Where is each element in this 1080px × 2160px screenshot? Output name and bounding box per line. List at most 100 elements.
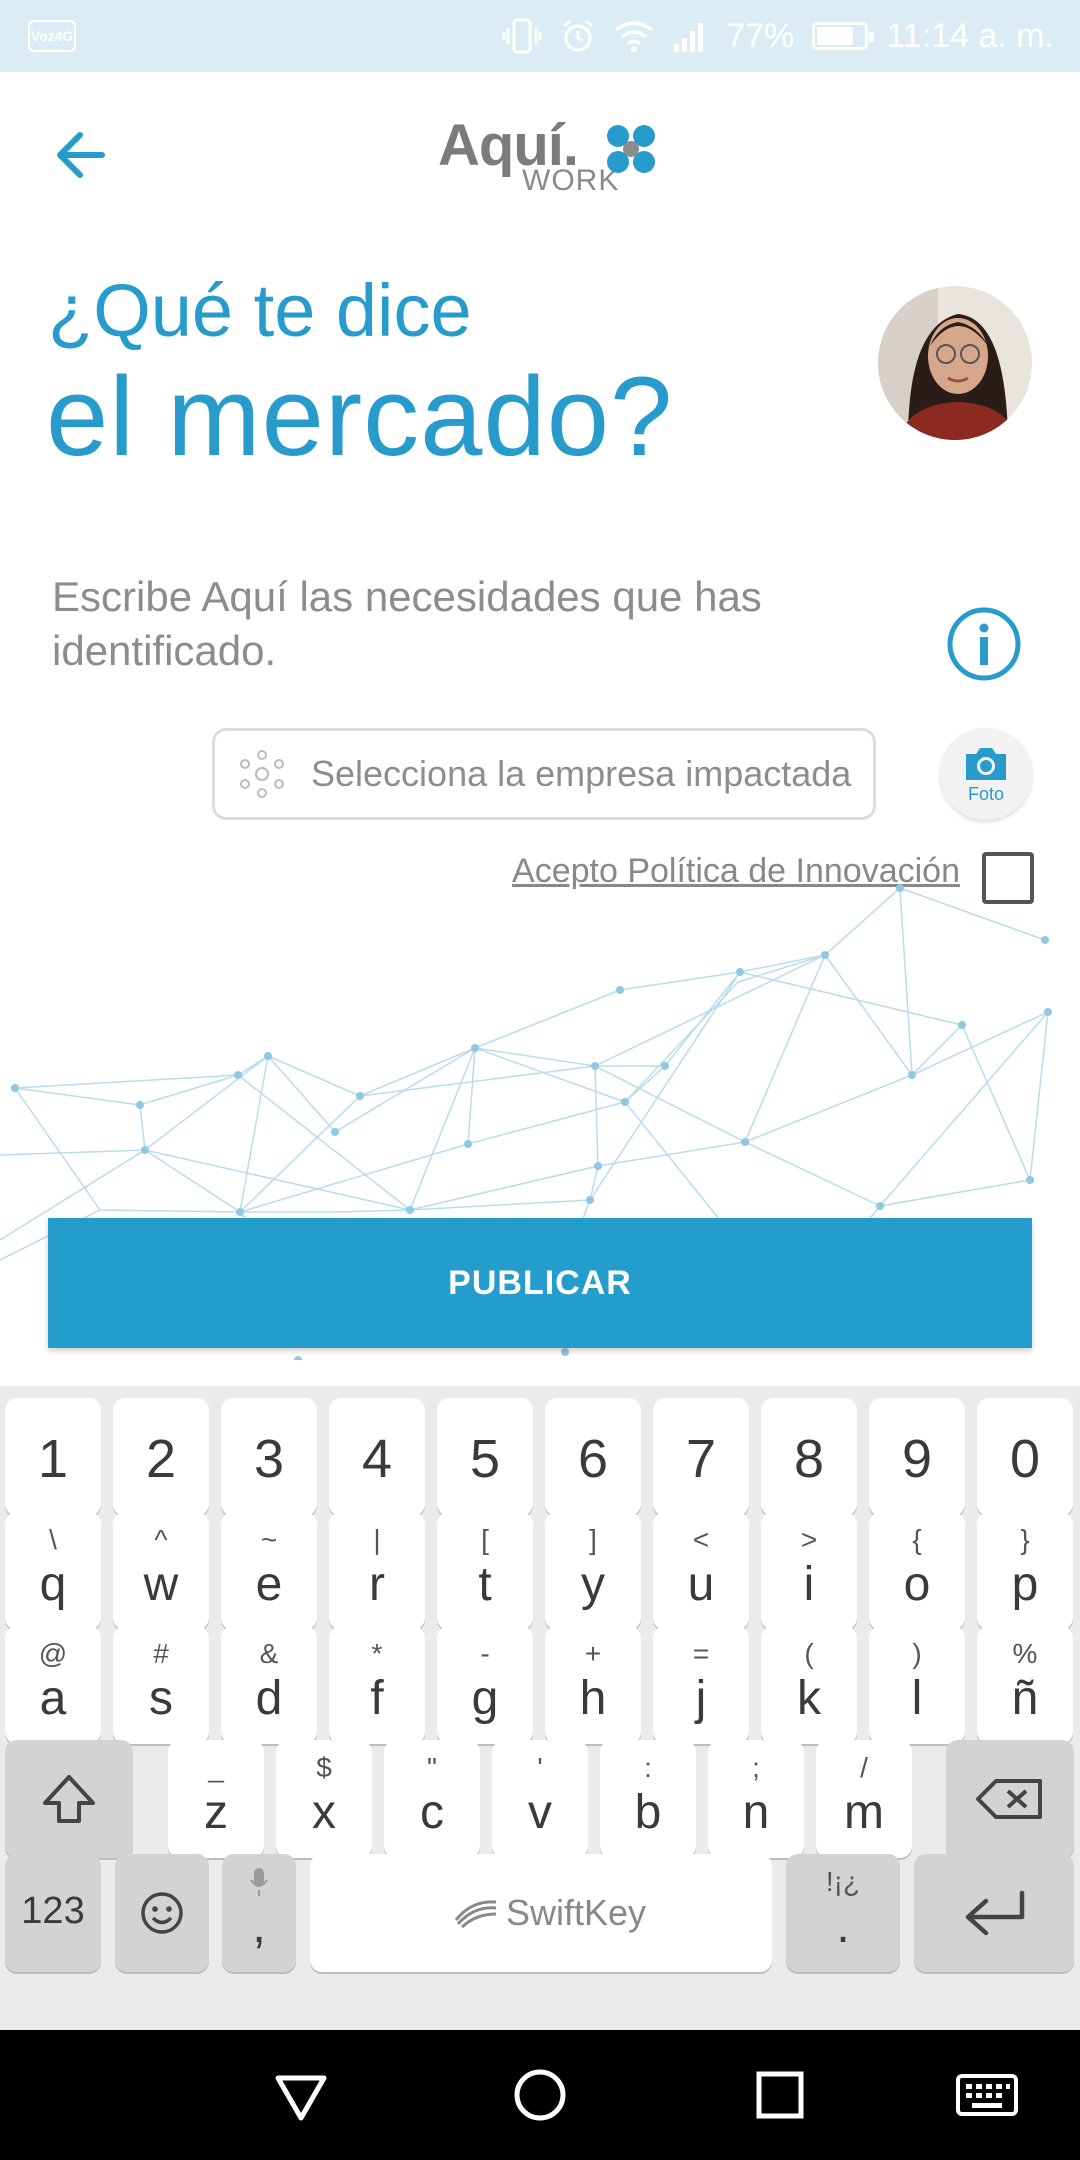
key-i[interactable]: > i [761, 1512, 857, 1630]
emoji-icon [141, 1892, 183, 1934]
period-key[interactable]: !¡¿. [786, 1854, 900, 1972]
key-alt-label: < [692, 1524, 710, 1555]
key-label: j [695, 1672, 707, 1725]
battery-percent: 77% [726, 16, 795, 55]
key-a[interactable]: @ a [5, 1626, 101, 1744]
key-1[interactable]: 1 [5, 1398, 101, 1516]
key-8[interactable]: 8 [761, 1398, 857, 1516]
key-q[interactable]: \ q [5, 1512, 101, 1630]
key-o[interactable]: {o [869, 1512, 965, 1630]
key-m[interactable]: / m [816, 1740, 912, 1858]
key-3[interactable]: 3 [221, 1398, 317, 1516]
volte-badge: Voz4G [28, 20, 76, 52]
company-select-placeholder: Selecciona la empresa impactada [311, 753, 852, 794]
key-0[interactable]: 0 [977, 1398, 1073, 1516]
key-alt-label: { [912, 1524, 922, 1555]
key-alt-label: > [800, 1524, 818, 1555]
key-label: 8 [793, 1429, 825, 1489]
info-icon[interactable] [944, 604, 1024, 684]
key-alt-label: ) [912, 1638, 922, 1669]
key-label: 0 [1009, 1429, 1041, 1489]
company-select[interactable]: Selecciona la empresa impactada [212, 728, 876, 820]
symbols-key-label: 123 [21, 1890, 85, 1932]
key-label: k [797, 1672, 821, 1725]
key-b[interactable]: :b [600, 1740, 696, 1858]
key-alt-label: # [153, 1638, 169, 1669]
key-alt-label: % [1012, 1638, 1038, 1669]
key-ñ[interactable]: % ñ [977, 1626, 1073, 1744]
comma-key[interactable]: , [222, 1854, 296, 1972]
key-label: o [903, 1558, 931, 1611]
shift-icon [43, 1775, 95, 1823]
key-label: u [687, 1558, 715, 1611]
key-alt-label: _ [208, 1752, 224, 1783]
shift-key[interactable] [5, 1740, 133, 1858]
key-y[interactable]: ] y [545, 1512, 641, 1630]
key-p[interactable]: } p [977, 1512, 1073, 1630]
key-6[interactable]: 6 [545, 1398, 641, 1516]
symbols-key[interactable]: 123 [5, 1854, 101, 1972]
key-s[interactable]: # s [113, 1626, 209, 1744]
key-l[interactable]: ) l [869, 1626, 965, 1744]
key-9[interactable]: 9 [869, 1398, 965, 1516]
network-nodes-icon [240, 750, 284, 798]
key-label: 2 [145, 1429, 177, 1489]
backspace-icon [976, 1779, 1042, 1819]
photo-button[interactable]: Foto [940, 728, 1032, 820]
key-label: 7 [685, 1429, 717, 1489]
user-avatar[interactable] [878, 286, 1032, 440]
key-alt-label: = [692, 1638, 710, 1669]
key-label: y [581, 1558, 605, 1611]
key-r[interactable]: | r [329, 1512, 425, 1630]
emoji-key[interactable] [115, 1854, 209, 1972]
key-v[interactable]: ' v [492, 1740, 588, 1858]
key-label: e [255, 1558, 283, 1611]
key-g[interactable]: -g [437, 1626, 533, 1744]
key-j[interactable]: = j [653, 1626, 749, 1744]
key-f[interactable]: * f [329, 1626, 425, 1744]
key-2[interactable]: 2 [113, 1398, 209, 1516]
key-t[interactable]: [t [437, 1512, 533, 1630]
key-c[interactable]: " c [384, 1740, 480, 1858]
key-n[interactable]: ; n [708, 1740, 804, 1858]
key-label: l [911, 1672, 923, 1725]
title-line-2: el mercado? [46, 354, 674, 479]
navigation-bar [0, 2030, 1080, 2160]
key-label: a [39, 1672, 67, 1725]
enter-key[interactable] [914, 1854, 1074, 1972]
key-alt-label: " [427, 1752, 437, 1783]
key-5[interactable]: 5 [437, 1398, 533, 1516]
camera-icon [966, 747, 1006, 780]
back-triangle-icon[interactable] [266, 2060, 336, 2130]
key-label: r [369, 1558, 385, 1611]
key-u[interactable]: < u [653, 1512, 749, 1630]
needs-input[interactable]: Escribe Aquí las necesidades que has ide… [52, 570, 872, 678]
key-x[interactable]: $ x [276, 1740, 372, 1858]
key-4[interactable]: 4 [329, 1398, 425, 1516]
key-label: i [803, 1558, 815, 1611]
app-logo: Aquí. WORK [430, 112, 660, 202]
key-e[interactable]: ~ e [221, 1512, 317, 1630]
key-label: b [634, 1786, 662, 1839]
key-z[interactable]: _ z [168, 1740, 264, 1858]
key-label: z [204, 1786, 228, 1839]
recents-square-icon[interactable] [745, 2060, 815, 2130]
publish-button[interactable]: PUBLICAR [48, 1218, 1032, 1348]
keyboard-switch-icon[interactable] [952, 2060, 1022, 2130]
enter-icon [965, 1890, 1025, 1936]
key-alt-label: : [644, 1752, 652, 1783]
key-label: h [579, 1672, 607, 1725]
key-h[interactable]: + h [545, 1626, 641, 1744]
backspace-key[interactable] [946, 1740, 1074, 1858]
key-k[interactable]: (k [761, 1626, 857, 1744]
key-alt-label: \ [49, 1524, 57, 1555]
home-circle-icon[interactable] [505, 2060, 575, 2130]
key-label: w [143, 1558, 179, 1611]
key-7[interactable]: 7 [653, 1398, 749, 1516]
back-arrow-icon[interactable] [50, 120, 120, 190]
key-w[interactable]: ^ w [113, 1512, 209, 1630]
key-label: t [478, 1558, 492, 1611]
space-key[interactable]: SwiftKey [310, 1854, 772, 1972]
key-d[interactable]: & d [221, 1626, 317, 1744]
key-label: 9 [901, 1429, 933, 1489]
